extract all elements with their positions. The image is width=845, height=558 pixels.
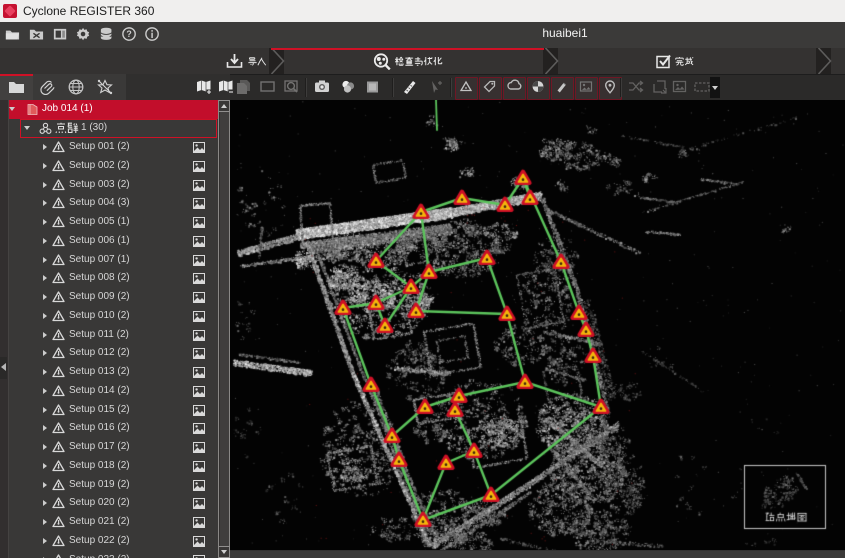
- svg-text:?: ?: [126, 29, 131, 39]
